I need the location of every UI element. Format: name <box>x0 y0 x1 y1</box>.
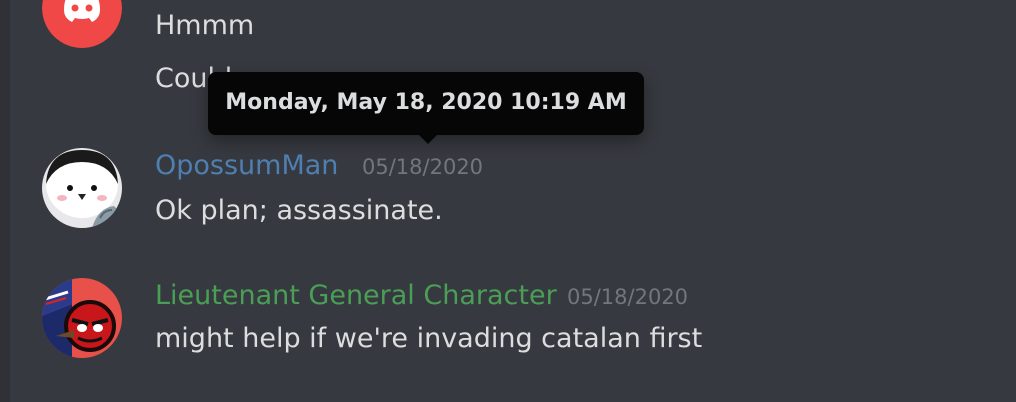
discord-logo-icon[interactable] <box>42 0 122 48</box>
red-flag-character-avatar-icon[interactable] <box>42 278 122 358</box>
tooltip-text: Monday, May 18, 2020 10:19 AM <box>225 90 627 115</box>
tooltip-arrow <box>418 134 438 144</box>
timestamp-tooltip: Monday, May 18, 2020 10:19 AM <box>208 72 644 135</box>
username[interactable]: OpossumMan <box>155 149 338 183</box>
timestamp[interactable]: 05/18/2020 <box>362 153 483 181</box>
username[interactable]: Lieutenant General Character <box>155 279 557 313</box>
message-text: Ok plan; assassinate. <box>155 195 443 226</box>
scroll-gutter <box>0 0 10 402</box>
white-bird-avatar-icon[interactable] <box>42 148 122 228</box>
message-text: Hmmm <box>155 10 255 41</box>
message-text: might help if we're invading catalan fir… <box>155 323 703 354</box>
timestamp[interactable]: 05/18/2020 <box>567 283 688 311</box>
